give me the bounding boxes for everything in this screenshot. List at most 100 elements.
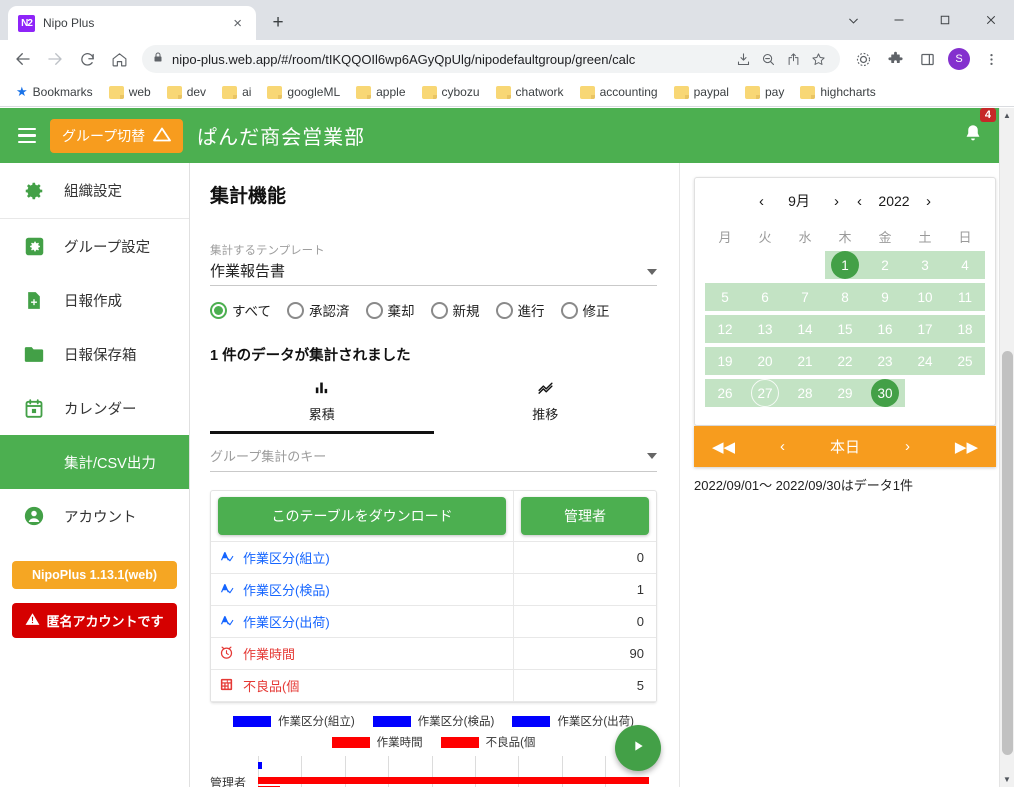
status-radio-approved[interactable]: 承認済 [287, 300, 350, 320]
next-month-icon[interactable]: › [828, 193, 845, 210]
prev-year-icon[interactable]: ‹ [851, 193, 868, 210]
bookmark-folder-googleml[interactable]: googleML [261, 82, 346, 102]
scroll-up-arrow-icon[interactable]: ▲ [1000, 108, 1014, 123]
legend-item[interactable]: 作業時間 [331, 734, 423, 750]
download-table-button[interactable]: このテーブルをダウンロード [218, 497, 507, 535]
table-row[interactable]: 作業区分(組立) 0 [211, 541, 656, 574]
address-bar[interactable]: nipo-plus.web.app/#/room/tIKQQOIl6wp6AGy… [142, 45, 840, 73]
legend-item[interactable]: 不良品(個 [440, 734, 535, 750]
sidebar-item-calendar[interactable]: カレンダー [0, 381, 189, 435]
calendar-day-14[interactable]: 14 [785, 315, 825, 343]
bookmark-folder-web[interactable]: web [103, 82, 157, 102]
play-fab-button[interactable] [615, 725, 661, 771]
legend-item[interactable]: 作業区分(検品) [372, 713, 494, 729]
bookmark-folder-pay[interactable]: pay [739, 82, 790, 102]
status-radio-rejected[interactable]: 棄却 [365, 300, 415, 320]
calendar-day-30[interactable]: 30 [865, 379, 905, 407]
extensions-puzzle-icon[interactable] [880, 44, 910, 74]
calendar-day-21[interactable]: 21 [785, 347, 825, 375]
calendar-day-25[interactable]: 25 [945, 347, 985, 375]
bookmark-folder-cybozu[interactable]: cybozu [416, 82, 486, 102]
calendar-day-16[interactable]: 16 [865, 315, 905, 343]
status-radio-revise[interactable]: 修正 [560, 300, 610, 320]
calendar-day-10[interactable]: 10 [905, 283, 945, 311]
group-switch-button[interactable]: グループ切替 [50, 118, 184, 153]
calendar-day-29[interactable]: 29 [825, 379, 865, 407]
calendar-day-19[interactable]: 19 [705, 347, 745, 375]
calendar-day-4[interactable]: 4 [945, 251, 985, 279]
close-tab-icon[interactable]: × [229, 14, 246, 33]
table-row[interactable]: 作業時間 90 [211, 637, 656, 670]
zoom-out-icon[interactable] [761, 52, 776, 67]
prev-month-icon[interactable]: ‹ [753, 193, 770, 210]
calendar-day-8[interactable]: 8 [825, 283, 865, 311]
scroll-down-arrow-icon[interactable]: ▼ [1000, 772, 1014, 787]
status-radio-all[interactable]: すべて [210, 300, 271, 320]
bookmark-folder-ai[interactable]: ai [216, 82, 257, 102]
forward-icon[interactable] [40, 44, 70, 74]
extension-gear-icon[interactable] [848, 44, 878, 74]
table-row[interactable]: 作業区分(出荷) 0 [211, 605, 656, 638]
jump-last-button[interactable]: ▶▶ [955, 438, 978, 456]
calendar-day-9[interactable]: 9 [865, 283, 905, 311]
legend-item[interactable]: 作業区分(組立) [232, 713, 355, 729]
calendar-day-17[interactable]: 17 [905, 315, 945, 343]
tab-cumulative[interactable]: 累積 [210, 375, 434, 434]
reload-icon[interactable] [72, 44, 102, 74]
legend-item[interactable]: 作業区分(出荷) [512, 713, 634, 729]
bookmark-folder-chatwork[interactable]: chatwork [490, 82, 570, 102]
tab-search-icon[interactable] [830, 0, 876, 40]
calendar-day-18[interactable]: 18 [945, 315, 985, 343]
bookmark-folder-apple[interactable]: apple [350, 82, 411, 102]
jump-first-button[interactable]: ◀◀ [712, 438, 735, 456]
sidebar-item-org-settings[interactable]: 組織設定 [0, 163, 189, 219]
calendar-day-3[interactable]: 3 [905, 251, 945, 279]
next-year-icon[interactable]: › [920, 193, 937, 210]
status-radio-new[interactable]: 新規 [430, 300, 480, 320]
sidebar-item-account[interactable]: アカウント [0, 489, 189, 543]
anonymous-account-badge[interactable]: 匿名アカウントです [12, 603, 177, 638]
close-window-icon[interactable] [968, 0, 1014, 40]
column-header-admin[interactable]: 管理者 [521, 497, 649, 535]
calendar-day-26[interactable]: 26 [705, 379, 745, 407]
bookmark-folder-dev[interactable]: dev [161, 82, 212, 102]
bookmark-folder-paypal[interactable]: paypal [668, 82, 735, 102]
calendar-day-1[interactable]: 1 [825, 251, 865, 279]
calendar-day-7[interactable]: 7 [785, 283, 825, 311]
maximize-window-icon[interactable] [922, 0, 968, 40]
calendar-day-24[interactable]: 24 [905, 347, 945, 375]
calendar-day-22[interactable]: 22 [825, 347, 865, 375]
menu-hamburger-icon[interactable] [14, 127, 36, 144]
sidebar-item-create-report[interactable]: 日報作成 [0, 273, 189, 327]
calendar-day-23[interactable]: 23 [865, 347, 905, 375]
side-panel-icon[interactable] [912, 44, 942, 74]
status-radio-progress[interactable]: 進行 [495, 300, 545, 320]
download-icon[interactable] [736, 52, 751, 67]
notification-bell-button[interactable]: 4 [962, 108, 996, 150]
table-row[interactable]: 作業区分(検品) 1 [211, 573, 656, 606]
bookmark-bookmarks[interactable]: ★ Bookmarks [10, 81, 99, 103]
new-tab-button[interactable]: + [264, 9, 292, 37]
version-badge[interactable]: NipoPlus 1.13.1(web) [12, 561, 177, 589]
next-period-button[interactable]: › [905, 438, 910, 455]
today-button[interactable]: 本日 [830, 436, 860, 457]
calendar-day-11[interactable]: 11 [945, 283, 985, 311]
group-key-select[interactable]: グループ集計のキー [210, 446, 657, 472]
calendar-day-12[interactable]: 12 [705, 315, 745, 343]
template-select[interactable]: 集計するテンプレート 作業報告書 [210, 242, 657, 286]
share-icon[interactable] [786, 52, 801, 67]
profile-avatar[interactable]: S [944, 44, 974, 74]
browser-tab[interactable]: N2 Nipo Plus × [8, 6, 256, 40]
back-icon[interactable] [8, 44, 38, 74]
sidebar-item-calc-csv[interactable]: 集計/CSV出力 [0, 435, 189, 489]
prev-period-button[interactable]: ‹ [780, 438, 785, 455]
calendar-day-27[interactable]: 27 [745, 379, 785, 407]
sidebar-item-group-settings[interactable]: グループ設定 [0, 219, 189, 273]
calendar-day-5[interactable]: 5 [705, 283, 745, 311]
page-scrollbar[interactable]: ▲ ▼ [999, 108, 1014, 787]
minimize-window-icon[interactable] [876, 0, 922, 40]
bookmark-folder-accounting[interactable]: accounting [574, 82, 664, 102]
calendar-day-2[interactable]: 2 [865, 251, 905, 279]
bookmark-star-icon[interactable] [811, 52, 826, 67]
chrome-menu-icon[interactable] [976, 44, 1006, 74]
